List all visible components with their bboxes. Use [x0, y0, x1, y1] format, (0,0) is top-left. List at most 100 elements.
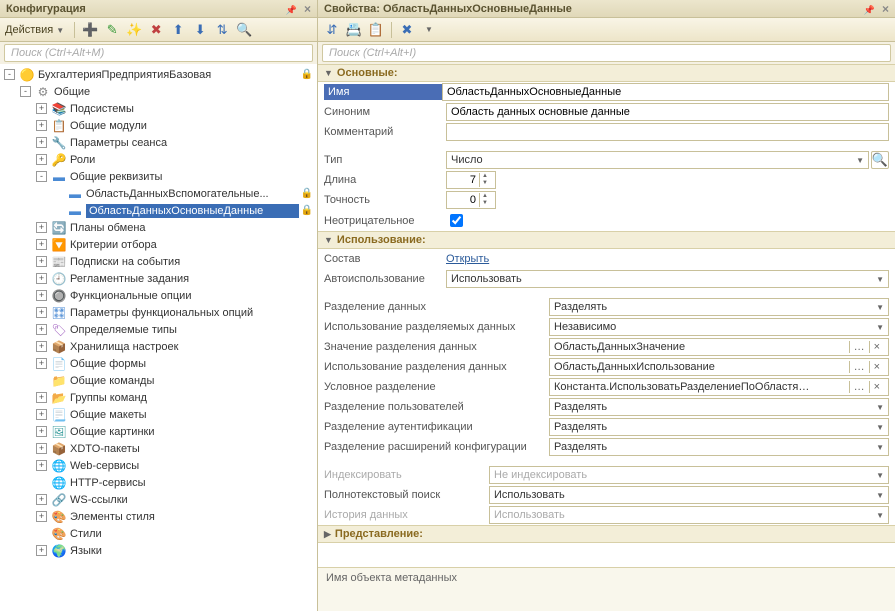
tree-node[interactable]: +📚Подсистемы — [0, 100, 317, 117]
select-datasep[interactable]: Разделять▼ — [549, 298, 889, 316]
select-authsep[interactable]: Разделять▼ — [549, 418, 889, 436]
expand-icon[interactable]: + — [36, 494, 47, 505]
clear-button[interactable]: × — [869, 361, 884, 373]
tree-node[interactable]: +🎨Элементы стиля — [0, 508, 317, 525]
select-sepvalue[interactable]: ОбластьДанныхЗначение…× — [549, 338, 889, 356]
tree-node[interactable]: +📃Общие макеты — [0, 406, 317, 423]
select-usersep[interactable]: Разделять▼ — [549, 398, 889, 416]
properties-search[interactable]: Поиск (Ctrl+Alt+I) — [322, 44, 891, 62]
select-sepdatause[interactable]: Независимо▼ — [549, 318, 889, 336]
select-type[interactable]: Число ▼ — [446, 151, 869, 169]
expand-icon[interactable]: + — [36, 154, 47, 165]
delete-button[interactable]: ✖ — [147, 21, 165, 39]
expand-icon[interactable]: + — [36, 426, 47, 437]
expand-icon[interactable]: + — [36, 460, 47, 471]
tree-node[interactable]: ▬ОбластьДанныхВспомогательные...🔒 — [0, 185, 317, 202]
tree-node[interactable]: -▬Общие реквизиты — [0, 168, 317, 185]
tree-node[interactable]: +🌐Web-сервисы — [0, 457, 317, 474]
down-button[interactable]: ⬇ — [191, 21, 209, 39]
spin-down-icon[interactable]: ▼ — [480, 180, 490, 187]
expand-icon[interactable]: + — [36, 307, 47, 318]
tree-node[interactable]: +🔘Функциональные опции — [0, 287, 317, 304]
input-comment[interactable] — [446, 123, 889, 141]
chevron-down-icon[interactable]: ▼ — [856, 156, 864, 165]
expand-icon[interactable]: + — [36, 392, 47, 403]
select-condsep[interactable]: Константа.ИспользоватьРазделениеПоОбласт… — [549, 378, 889, 396]
up-button[interactable]: ⬆ — [169, 21, 187, 39]
spin-up-icon[interactable]: ▲ — [480, 173, 490, 180]
chevron-down-icon[interactable]: ▼ — [876, 403, 884, 412]
input-length[interactable]: ▲▼ — [446, 171, 496, 189]
type-search-button[interactable]: 🔍 — [871, 151, 889, 169]
ellipsis-button[interactable]: … — [849, 341, 869, 353]
spin-down-icon[interactable]: ▼ — [480, 200, 490, 207]
expand-icon[interactable]: + — [36, 137, 47, 148]
dropdown-button[interactable]: ▼ — [420, 21, 438, 39]
expand-icon[interactable]: + — [36, 324, 47, 335]
tree-node[interactable]: +🏷Определяемые типы — [0, 321, 317, 338]
tree-node[interactable]: +🔑Роли — [0, 151, 317, 168]
wand-button[interactable]: ✨ — [125, 21, 143, 39]
expand-icon[interactable]: ▶ — [324, 529, 331, 540]
close-icon[interactable]: × — [882, 2, 889, 16]
tree-node[interactable]: +📄Общие формы — [0, 355, 317, 372]
select-fulltext[interactable]: Использовать▼ — [489, 486, 889, 504]
expand-icon[interactable]: + — [36, 358, 47, 369]
chevron-down-icon[interactable]: ▼ — [876, 323, 884, 332]
chevron-down-icon[interactable]: ▼ — [876, 443, 884, 452]
edit-button[interactable]: ✎ — [103, 21, 121, 39]
important-button[interactable]: 📋 — [367, 21, 385, 39]
find-button[interactable]: 🔍 — [235, 21, 253, 39]
select-extsep[interactable]: Разделять▼ — [549, 438, 889, 456]
link-composition[interactable]: Открыть — [446, 253, 489, 265]
collapse-icon[interactable]: ▼ — [324, 68, 333, 78]
section-usage[interactable]: ▼ Использование: — [318, 231, 895, 249]
expand-icon[interactable]: + — [36, 239, 47, 250]
clear-button[interactable]: ✖ — [398, 21, 416, 39]
sort-alpha-button[interactable]: ⇵ — [323, 21, 341, 39]
chevron-down-icon[interactable]: ▼ — [876, 275, 884, 284]
select-sepuse[interactable]: ОбластьДанныхИспользование…× — [549, 358, 889, 376]
tree-node[interactable]: +📦Хранилища настроек — [0, 338, 317, 355]
ellipsis-button[interactable]: … — [849, 361, 869, 373]
collapse-icon[interactable]: - — [36, 171, 47, 182]
section-presentation[interactable]: ▶ Представление: — [318, 525, 895, 543]
expand-icon[interactable]: + — [36, 545, 47, 556]
expand-icon[interactable]: + — [36, 511, 47, 522]
tree-node[interactable]: +📋Общие модули — [0, 117, 317, 134]
input-synonym[interactable] — [446, 103, 889, 121]
expand-icon[interactable]: + — [36, 120, 47, 131]
pin-icon[interactable]: 📌 — [286, 5, 297, 15]
tree-node[interactable]: -⚙Общие — [0, 83, 317, 100]
add-button[interactable]: ➕ — [81, 21, 99, 39]
tree-node[interactable]: +🖼Общие картинки — [0, 423, 317, 440]
tree-node[interactable]: +🕘Регламентные задания — [0, 270, 317, 287]
chevron-down-icon[interactable]: ▼ — [876, 423, 884, 432]
chevron-down-icon[interactable]: ▼ — [876, 303, 884, 312]
input-name[interactable] — [442, 83, 889, 101]
tree-node[interactable]: +📦XDTO-пакеты — [0, 440, 317, 457]
tree-node[interactable]: -🟡БухгалтерияПредприятияБазовая🔒 — [0, 66, 317, 83]
expand-icon[interactable]: + — [36, 256, 47, 267]
expand-icon[interactable]: + — [36, 222, 47, 233]
tree-node[interactable]: +🔄Планы обмена — [0, 219, 317, 236]
chevron-down-icon[interactable]: ▼ — [876, 491, 884, 500]
tree-node[interactable]: +🔽Критерии отбора — [0, 236, 317, 253]
tree-node[interactable]: +🎛Параметры функциональных опций — [0, 304, 317, 321]
section-main[interactable]: ▼ Основные: — [318, 64, 895, 82]
clear-button[interactable]: × — [869, 341, 884, 353]
tree-node[interactable]: 🌐HTTP-сервисы — [0, 474, 317, 491]
expand-icon[interactable]: + — [36, 290, 47, 301]
expand-icon[interactable]: + — [36, 273, 47, 284]
expand-icon[interactable]: + — [36, 341, 47, 352]
pin-icon[interactable]: 📌 — [864, 5, 875, 15]
expand-icon[interactable]: + — [36, 409, 47, 420]
expand-icon[interactable]: + — [36, 443, 47, 454]
tree-node[interactable]: 📁Общие команды — [0, 372, 317, 389]
expand-icon[interactable]: + — [36, 103, 47, 114]
sort-button[interactable]: ⇅ — [213, 21, 231, 39]
checkbox-nonneg[interactable] — [450, 214, 463, 227]
tree-node[interactable]: +🔗WS-ссылки — [0, 491, 317, 508]
select-autouse[interactable]: Использовать▼ — [446, 270, 889, 288]
collapse-icon[interactable]: ▼ — [324, 235, 333, 245]
